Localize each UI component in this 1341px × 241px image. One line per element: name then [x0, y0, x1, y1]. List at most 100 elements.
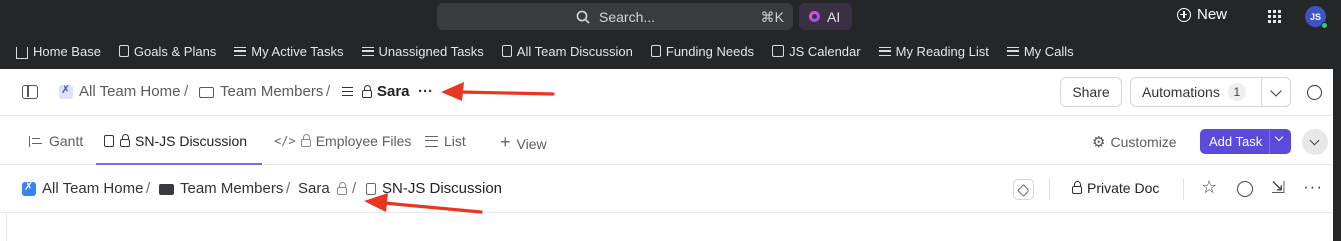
doc-icon [650, 45, 661, 57]
arrow-down-right-icon[interactable]: ⇲ [1271, 178, 1285, 198]
tab-label: Employee Files [315, 133, 412, 149]
bookmark-my-active-tasks[interactable]: My Active Tasks [234, 44, 344, 59]
chevron-down-icon[interactable] [1270, 85, 1282, 97]
tag-icon[interactable] [1013, 179, 1034, 200]
lock-icon [362, 84, 372, 98]
add-view-button[interactable]: + View [500, 132, 547, 154]
tab-sn-js-discussion[interactable]: SN-JS Discussion [104, 133, 247, 149]
breadcrumb-list-label: Sara [298, 180, 330, 197]
list-icon [878, 46, 891, 56]
bookmark-label: Goals & Plans [133, 43, 217, 59]
embed-icon: </> [274, 134, 296, 148]
bookmark-all-team-discussion[interactable]: All Team Discussion [501, 43, 633, 59]
space-icon [22, 180, 36, 196]
gear-icon: ⚙ [1092, 134, 1106, 151]
tab-label: View [516, 135, 547, 152]
avatar[interactable]: JS [1305, 6, 1328, 29]
top-bar: Search... ⌘K AI New JS [0, 0, 1341, 33]
sidebar-toggle-icon[interactable] [22, 85, 38, 99]
breadcrumb-separator: / [352, 180, 357, 197]
plus-circle-icon [1177, 7, 1191, 22]
ai-button[interactable]: AI [799, 3, 852, 30]
breadcrumb-folder[interactable]: Team Members [199, 83, 323, 100]
apps-grid-icon[interactable] [1268, 10, 1281, 23]
more-options-icon[interactable]: ··· [1303, 177, 1323, 197]
breadcrumb-list-label: Sara [377, 83, 410, 100]
ai-label: AI [827, 9, 841, 25]
tab-label: SN-JS Discussion [135, 133, 248, 149]
bookmark-my-calls[interactable]: My Calls [1006, 43, 1074, 59]
tab-list[interactable]: List [425, 133, 466, 149]
breadcrumb-folder-label: Team Members [220, 83, 324, 100]
bookmark-label: My Reading List [895, 43, 989, 59]
space-icon [59, 83, 73, 99]
ai-icon [809, 11, 820, 22]
bookmark-goals-plans[interactable]: Goals & Plans [118, 43, 217, 59]
bookmark-label: Unassigned Tasks [378, 43, 484, 59]
doc-breadcrumb-doc[interactable]: SN-JS Discussion [366, 180, 502, 197]
new-label: New [1197, 6, 1228, 23]
chevron-down-icon[interactable] [1274, 132, 1284, 142]
list-icon [361, 46, 374, 56]
chat-icon[interactable] [1307, 85, 1322, 100]
breadcrumb-space[interactable]: All Team Home [59, 83, 180, 100]
doc-breadcrumb-folder[interactable]: Team Members [159, 180, 283, 197]
breadcrumb-separator: / [326, 83, 331, 100]
automations-count-badge: 1 [1227, 83, 1246, 101]
window-edge [1333, 69, 1341, 241]
lock-icon [300, 134, 311, 147]
private-doc-label: Private Doc [1087, 180, 1160, 196]
tab-label: Gantt [49, 133, 84, 149]
doc-breadcrumb-list[interactable]: Sara [298, 180, 352, 197]
breadcrumb-list[interactable]: Sara [342, 83, 410, 100]
calendar-icon [772, 45, 785, 57]
list-icon [234, 46, 247, 56]
search-placeholder: Search... [599, 9, 656, 25]
bookmark-my-reading-list[interactable]: My Reading List [878, 43, 989, 59]
search-bar[interactable]: Search... ⌘K [437, 3, 793, 30]
new-button[interactable]: New [1177, 6, 1227, 23]
tab-employee-files[interactable]: </> Employee Files [274, 133, 411, 149]
location-header: All Team Home / Team Members / Sara ··· … [0, 69, 1333, 115]
star-icon[interactable]: ☆ [1201, 177, 1217, 198]
add-task-button[interactable]: Add Task [1200, 129, 1291, 154]
folder-icon [199, 87, 214, 98]
lock-icon [1072, 181, 1082, 194]
search-shortcut: ⌘K [760, 9, 784, 25]
breadcrumb-separator: / [286, 180, 291, 197]
bookmark-label: JS Calendar [789, 43, 861, 59]
doc-icon [118, 45, 129, 57]
favorites-bar: Home Base Goals & Plans My Active Tasks … [0, 33, 1341, 69]
share-button[interactable]: Share [1060, 77, 1122, 107]
comment-icon[interactable] [1237, 181, 1253, 197]
add-task-label: Add Task [1209, 134, 1263, 149]
bookmark-unassigned-tasks[interactable]: Unassigned Tasks [361, 43, 484, 59]
automations-button[interactable]: Automations 1 [1130, 77, 1291, 107]
doc-body[interactable] [0, 213, 1333, 241]
list-icon [425, 135, 438, 147]
private-doc-button[interactable]: Private Doc [1072, 180, 1159, 196]
tab-gantt[interactable]: Gantt [29, 133, 83, 149]
doc-icon [501, 45, 512, 57]
button-divider [1261, 78, 1262, 106]
search-icon [576, 10, 590, 24]
collapse-toggle[interactable] [1302, 129, 1328, 155]
more-options-icon[interactable]: ··· [418, 83, 433, 100]
bookmark-label: All Team Discussion [516, 43, 633, 59]
bookmark-home-base[interactable]: Home Base [16, 44, 101, 59]
share-label: Share [1072, 84, 1110, 100]
bookmark-label: Home Base [33, 43, 101, 59]
lock-icon [120, 134, 130, 147]
doc-breadcrumb-space[interactable]: All Team Home [22, 180, 143, 197]
bookmark-label: My Calls [1023, 43, 1074, 59]
breadcrumb-space-label: All Team Home [42, 180, 144, 197]
breadcrumb-separator: / [184, 83, 189, 100]
bookmark-label: Funding Needs [665, 43, 755, 59]
breadcrumb-space-label: All Team Home [79, 83, 181, 100]
customize-button[interactable]: ⚙ Customize [1092, 133, 1177, 151]
divider [1183, 178, 1184, 200]
bookmark-funding-needs[interactable]: Funding Needs [650, 43, 755, 59]
doc-icon [104, 135, 114, 147]
bookmark-js-calendar[interactable]: JS Calendar [772, 44, 861, 59]
tab-label: List [444, 133, 466, 149]
